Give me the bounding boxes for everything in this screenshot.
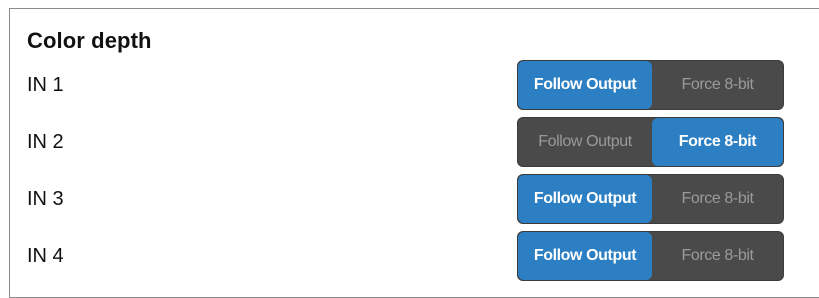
input-row-in1: IN 1 Follow Output Force 8-bit [10, 60, 819, 110]
input-label: IN 1 [27, 74, 64, 96]
follow-output-option[interactable]: Follow Output [518, 232, 652, 280]
input-row-in2: IN 2 Follow Output Force 8-bit [10, 117, 819, 167]
input-label: IN 4 [27, 245, 64, 267]
force-8bit-option[interactable]: Force 8-bit [652, 118, 783, 166]
input-label: IN 3 [27, 188, 64, 210]
input-row-in4: IN 4 Follow Output Force 8-bit [10, 231, 819, 281]
color-depth-toggle-in1[interactable]: Follow Output Force 8-bit [517, 60, 784, 110]
color-depth-toggle-in4[interactable]: Follow Output Force 8-bit [517, 231, 784, 281]
follow-output-option[interactable]: Follow Output [518, 118, 652, 166]
force-8bit-option[interactable]: Force 8-bit [652, 61, 783, 109]
force-8bit-option[interactable]: Force 8-bit [652, 232, 783, 280]
follow-output-option[interactable]: Follow Output [518, 61, 652, 109]
follow-output-option[interactable]: Follow Output [518, 175, 652, 223]
force-8bit-option[interactable]: Force 8-bit [652, 175, 783, 223]
color-depth-toggle-in2[interactable]: Follow Output Force 8-bit [517, 117, 784, 167]
color-depth-panel: Color depth IN 1 Follow Output Force 8-b… [9, 8, 819, 298]
input-row-in3: IN 3 Follow Output Force 8-bit [10, 174, 819, 224]
section-title: Color depth [27, 28, 152, 53]
input-label: IN 2 [27, 131, 64, 153]
color-depth-toggle-in3[interactable]: Follow Output Force 8-bit [517, 174, 784, 224]
